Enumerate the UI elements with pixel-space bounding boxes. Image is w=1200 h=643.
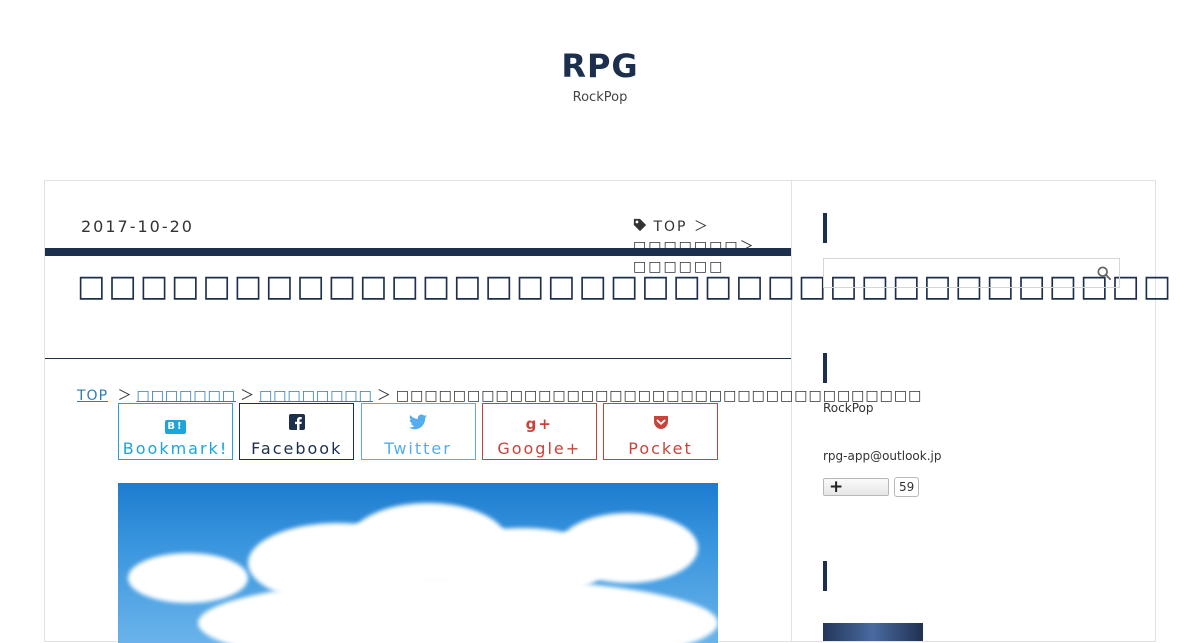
plus-icon: +: [829, 477, 844, 497]
breadcrumb-level1[interactable]: □□□□□□□: [136, 388, 236, 404]
search-box: [823, 258, 1120, 288]
site-title[interactable]: RPG: [0, 48, 1200, 84]
tag-icon: [633, 218, 647, 232]
breadcrumb-sep: ＞: [376, 388, 392, 404]
pocket-icon: [604, 414, 717, 434]
divider: [45, 358, 791, 359]
post-date: 2017-10-20: [81, 217, 194, 236]
site-header: RPG RockPop: [0, 0, 1200, 105]
content-frame: 2017-10-20 TOP ＞ □□□□□□□＞ □□□□□□ □□□□□□□…: [44, 180, 1175, 643]
breadcrumb-level2[interactable]: □□□□□□□□: [259, 388, 373, 404]
breadcrumb-sep: ＞: [117, 388, 133, 404]
site-subtitle: RockPop: [572, 90, 628, 105]
author-email[interactable]: rpg-app@outlook.jp: [823, 449, 941, 463]
facebook-icon: [240, 414, 353, 434]
hatena-icon: B!: [165, 420, 186, 434]
search-icon[interactable]: [1097, 266, 1111, 280]
widget-heading-bar: [823, 561, 827, 591]
share-buttons: B! Bookmark! Facebook Twitter g+ Google+: [118, 403, 718, 460]
facebook-label: Facebook: [251, 439, 343, 458]
title-bar: [45, 248, 791, 256]
google-plus-icon: g+: [525, 415, 553, 433]
post-title: □□□□□□□□□□□□□□□□□□□□□□□□□□□□□□□□□□□: [77, 269, 1175, 304]
breadcrumb-sep: ＞: [240, 388, 256, 404]
follower-count: 59: [894, 477, 920, 497]
category-top[interactable]: TOP: [653, 219, 687, 235]
google-plus-label: Google+: [497, 439, 582, 458]
twitter-label: Twitter: [384, 439, 452, 458]
article: 2017-10-20 TOP ＞ □□□□□□□＞ □□□□□□ □□□□□□□…: [45, 181, 1175, 643]
author-name: RockPop: [823, 401, 874, 415]
category-sep: ＞: [693, 219, 710, 235]
twitter-icon: [362, 414, 475, 434]
follow-button[interactable]: +: [823, 477, 889, 497]
featured-image: [118, 483, 718, 643]
breadcrumb-top[interactable]: TOP: [77, 388, 108, 404]
widget-heading-bar: [823, 213, 827, 243]
twitter-share-button[interactable]: Twitter: [360, 403, 476, 460]
sidebar: RockPop rpg-app@outlook.jp + 59: [791, 181, 1155, 641]
google-plus-share-button[interactable]: g+ Google+: [481, 403, 597, 460]
widget-heading-bar: [823, 353, 827, 383]
post-thumbnail[interactable]: [823, 623, 923, 641]
pocket-share-button[interactable]: Pocket: [603, 403, 718, 460]
hatena-bookmark-button[interactable]: B! Bookmark!: [118, 403, 233, 460]
hatena-label: Bookmark!: [122, 439, 229, 458]
search-input[interactable]: [824, 259, 1096, 285]
facebook-share-button[interactable]: Facebook: [239, 403, 355, 460]
pocket-label: Pocket: [628, 439, 693, 458]
